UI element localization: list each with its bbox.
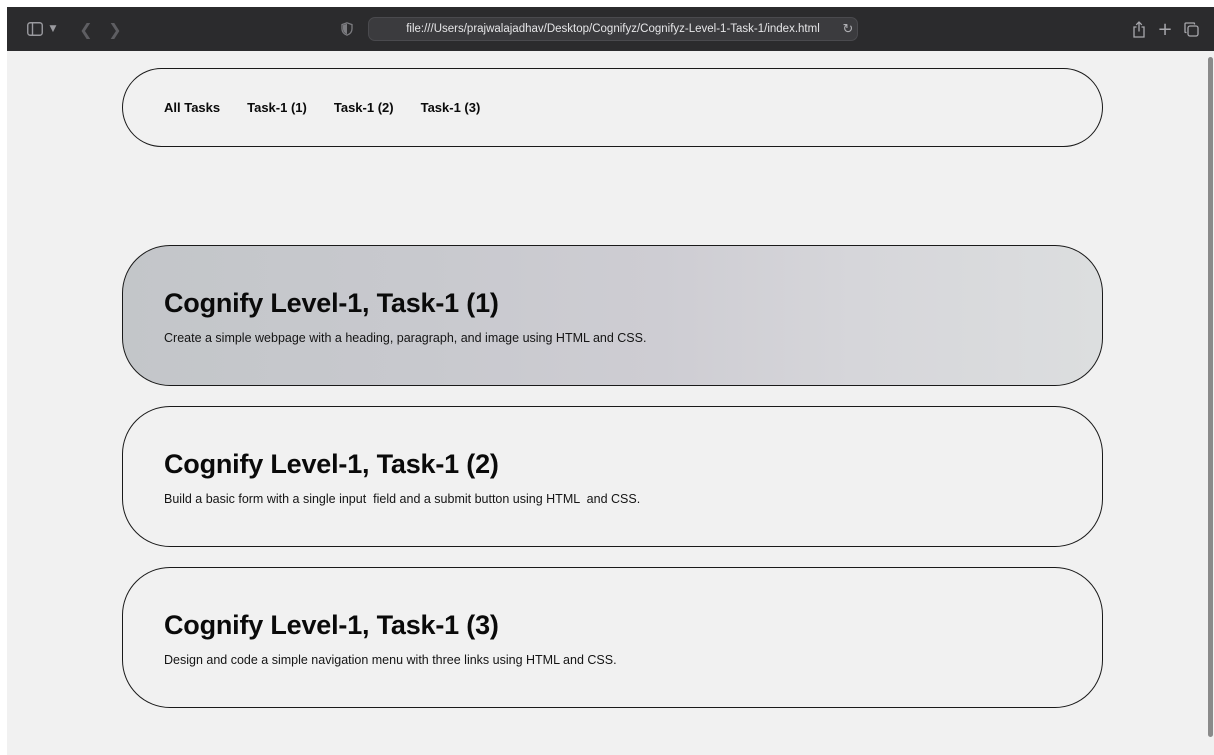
nav-link-all-tasks[interactable]: All Tasks [164,100,220,115]
task-card-description: Design and code a simple navigation menu… [164,653,617,667]
address-bar[interactable]: file:///Users/prajwalajadhav/Desktop/Cog… [368,17,858,41]
task-card-title: Cognify Level-1, Task-1 (1) [164,288,499,318]
nav-link-task-1-2[interactable]: Task-1 (2) [334,100,394,115]
scrollbar-thumb[interactable] [1208,57,1213,737]
nav-link-task-1-1[interactable]: Task-1 (1) [247,100,307,115]
top-navigation: All Tasks Task-1 (1) Task-1 (2) Task-1 (… [122,68,1103,147]
task-card-1[interactable]: Cognify Level-1, Task-1 (1) Create a sim… [122,245,1103,386]
browser-window: ▼ ❮ ❯ file:///Users/prajwalajadhav/Deskt… [7,7,1214,755]
page-content: All Tasks Task-1 (1) Task-1 (2) Task-1 (… [7,51,1207,755]
address-url: file:///Users/prajwalajadhav/Desktop/Cog… [406,23,820,35]
task-card-title: Cognify Level-1, Task-1 (2) [164,449,499,479]
task-card-description: Build a basic form with a single input f… [164,492,641,506]
back-arrow-icon[interactable]: ❮ [79,19,93,39]
task-card-title: Cognify Level-1, Task-1 (3) [164,610,499,640]
sidebar-icon[interactable] [27,19,43,39]
tabs-overview-icon[interactable] [1183,19,1199,39]
plus-icon[interactable]: + [1157,19,1173,40]
chevron-down-icon[interactable]: ▼ [47,19,59,39]
nav-link-task-1-3[interactable]: Task-1 (3) [421,100,481,115]
task-card-2[interactable]: Cognify Level-1, Task-1 (2) Build a basi… [122,406,1103,547]
browser-toolbar: ▼ ❮ ❯ file:///Users/prajwalajadhav/Deskt… [7,7,1214,51]
task-card-description: Create a simple webpage with a heading, … [164,331,647,345]
share-icon[interactable] [1131,19,1147,39]
forward-arrow-icon[interactable]: ❯ [108,19,122,39]
shield-icon[interactable] [340,19,354,39]
task-card-3[interactable]: Cognify Level-1, Task-1 (3) Design and c… [122,567,1103,708]
reload-icon[interactable]: ↻ [841,19,855,39]
vertical-scrollbar[interactable] [1207,51,1214,755]
